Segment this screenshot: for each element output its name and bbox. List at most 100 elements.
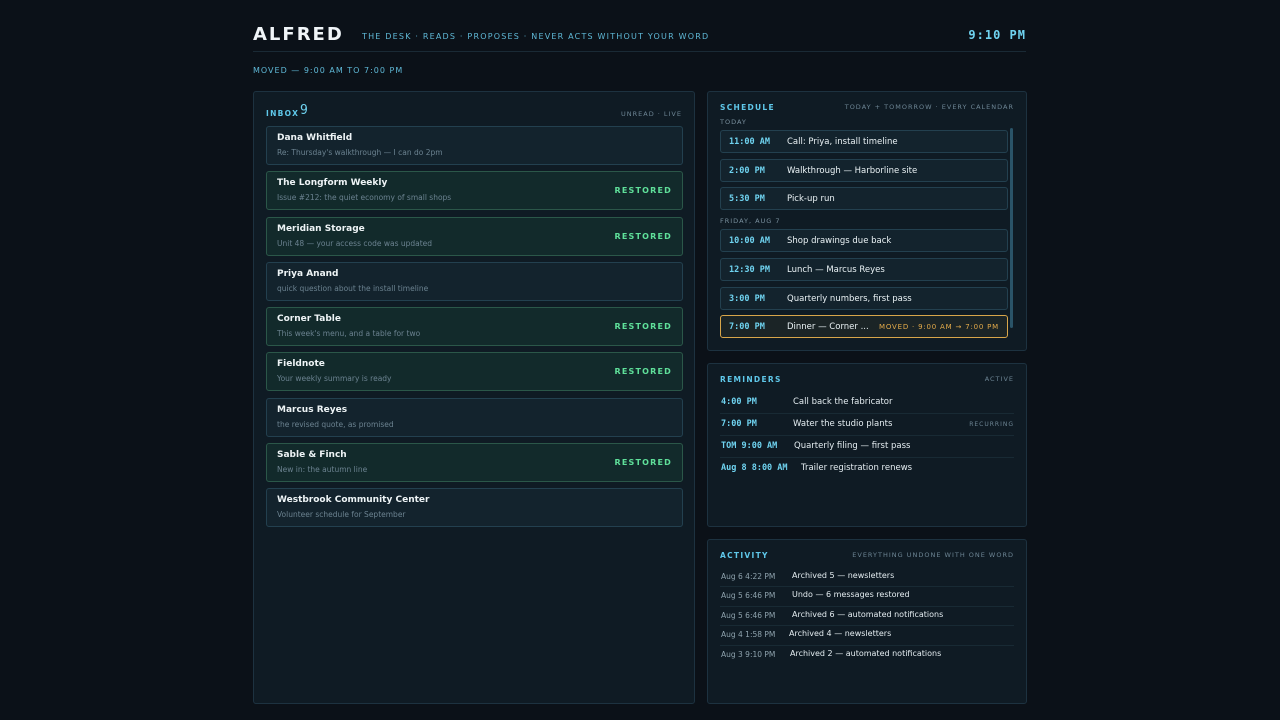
activity-row[interactable]: Aug 5 6:46 PM Archived 6 — automated noti… (720, 607, 1014, 627)
activity-text: Archived 2 — automated notifications (790, 648, 942, 658)
schedule-day-label: FRIDAY, AUG 7 (720, 217, 781, 226)
reminder-time: 4:00 PM (721, 397, 757, 407)
event-title: Shop drawings due back (787, 236, 892, 247)
inbox-message[interactable]: The Longform Weekly Issue #212: the quiet… (266, 171, 683, 211)
reminder-row[interactable]: 4:00 PM Call back the fabricator (720, 392, 1014, 414)
reminder-time: Aug 8 8:00 AM (721, 463, 788, 473)
reminder-row[interactable]: TOM 9:00 AM Quarterly filing — first pass (720, 436, 1014, 458)
activity-time: Aug 5 6:46 PM (721, 591, 776, 601)
moved-note: MOVED · 9:00 AM → 7:00 PM (879, 323, 999, 332)
message-sender: Corner Table (277, 314, 341, 325)
schedule-panel: SCHEDULE TODAY + TOMORROW · EVERY CALEND… (707, 91, 1027, 351)
message-sender: Priya Anand (277, 268, 339, 279)
reminder-text: Call back the fabricator (793, 397, 893, 407)
restored-badge: RESTORED (614, 458, 672, 468)
restored-badge: RESTORED (614, 186, 672, 196)
schedule-meta: TODAY + TOMORROW · EVERY CALENDAR (844, 103, 1014, 111)
recurring-tag: RECURRING (969, 421, 1014, 428)
event-title: Quarterly numbers, first pass (787, 293, 912, 304)
message-subject: Volunteer schedule for September (277, 510, 406, 520)
message-sender: Sable & Finch (277, 450, 347, 461)
event-time: 10:00 AM (729, 236, 770, 247)
reminders-panel: REMINDERS ACTIVE 4:00 PM Call back the fa… (707, 363, 1027, 527)
inbox-message[interactable]: Priya Anand quick question about the inst… (266, 261, 683, 301)
reminder-text: Quarterly filing — first pass (794, 441, 911, 451)
activity-text: Archived 6 — automated notifications (792, 609, 944, 619)
inbox-count: 9 (300, 103, 308, 118)
event-time: 5:30 PM (729, 194, 765, 205)
activity-meta: EVERYTHING UNDONE WITH ONE WORD (852, 551, 1014, 559)
reminder-text: Water the studio plants (793, 419, 893, 429)
event-title: Call: Priya, install timeline (787, 137, 898, 147)
event-time: 7:00 PM (729, 322, 765, 333)
activity-time: Aug 3 9:10 PM (721, 649, 776, 659)
inbox-message[interactable]: Fieldnote Your weekly summary is ready RES… (266, 352, 683, 392)
message-subject: Re: Thursday's walkthrough — I can do 2p… (277, 148, 443, 157)
inbox-message[interactable]: Meridian Storage Unit 48 — your access co… (266, 216, 683, 256)
activity-row[interactable]: Aug 5 6:46 PM Undo — 6 messages restored (720, 587, 1014, 607)
schedule-scrollbar[interactable] (1010, 128, 1013, 328)
schedule-event[interactable]: 3:00 PM Quarterly numbers, first pass (720, 286, 1008, 310)
activity-time: Aug 6 4:22 PM (721, 572, 776, 581)
inbox-message[interactable]: Sable & Finch New in: the autumn line REST… (266, 443, 683, 483)
message-subject: quick question about the install timelin… (277, 283, 429, 293)
schedule-event[interactable]: 2:00 PM Walkthrough — Harborline site (720, 158, 1008, 182)
message-subject: Unit 48 — your access code was updated (277, 238, 433, 248)
message-sender: Fieldnote (277, 359, 325, 370)
activity-panel: ACTIVITY EVERYTHING UNDONE WITH ONE WORD… (707, 539, 1027, 704)
message-sender: Dana Whitfield (277, 133, 353, 143)
status-line: MOVED — 9:00 AM TO 7:00 PM (253, 66, 404, 75)
inbox-title: INBOX (266, 109, 300, 118)
activity-row[interactable]: Aug 4 1:58 PM Archived 4 — newsletters (720, 626, 1014, 646)
message-sender: Marcus Reyes (277, 404, 348, 415)
schedule-event[interactable]: 11:00 AM Call: Priya, install timeline (720, 130, 1008, 153)
reminders-title: REMINDERS (720, 375, 782, 384)
message-subject: Your weekly summary is ready (277, 374, 392, 384)
message-subject: the revised quote, as promised (277, 419, 394, 429)
event-time: 12:30 PM (729, 264, 770, 275)
message-sender: Westbrook Community Center (277, 495, 430, 506)
schedule-title: SCHEDULE (720, 103, 775, 112)
activity-title: ACTIVITY (720, 551, 769, 560)
message-sender: The Longform Weekly (277, 178, 388, 189)
schedule-event[interactable]: 5:30 PM Pick-up run (720, 187, 1008, 211)
event-title: Lunch — Marcus Reyes (787, 264, 885, 275)
event-title: Dinner — Corner ... (787, 322, 869, 333)
schedule-day-label: TODAY (720, 118, 747, 126)
message-subject: Issue #212: the quiet economy of small s… (277, 193, 452, 203)
restored-badge: RESTORED (614, 322, 672, 332)
inbox-message[interactable]: Westbrook Community Center Volunteer sche… (266, 488, 683, 528)
activity-time: Aug 4 1:58 PM (721, 630, 776, 640)
reminder-row[interactable]: 7:00 PM Water the studio plants RECURRING (720, 414, 1014, 436)
schedule-event[interactable]: 12:30 PM Lunch — Marcus Reyes (720, 257, 1008, 281)
message-subject: This week's menu, and a table for two (277, 329, 421, 339)
inbox-list: Dana Whitfield Re: Thursday's walkthrough… (266, 126, 683, 534)
inbox-message[interactable]: Marcus Reyes the revised quote, as promis… (266, 397, 683, 437)
message-subject: New in: the autumn line (277, 465, 368, 475)
event-time: 11:00 AM (729, 137, 770, 147)
schedule-event[interactable]: 7:00 PM Dinner — Corner ... MOVED · 9:00 A… (720, 315, 1008, 339)
reminder-text: Trailer registration renews (801, 463, 913, 473)
inbox-meta: UNREAD · LIVE (621, 110, 682, 118)
inbox-panel: INBOX 9 UNREAD · LIVE Dana Whitfield Re: … (253, 91, 695, 704)
schedule-event[interactable]: 10:00 AM Shop drawings due back (720, 229, 1008, 253)
event-title: Walkthrough — Harborline site (787, 165, 918, 176)
event-title: Pick-up run (787, 194, 835, 205)
activity-time: Aug 5 6:46 PM (721, 610, 776, 620)
reminder-time: 7:00 PM (721, 419, 757, 429)
activity-text: Archived 5 — newsletters (792, 571, 895, 580)
activity-row[interactable]: Aug 3 9:10 PM Archived 2 — automated noti… (720, 646, 1014, 665)
restored-badge: RESTORED (614, 231, 672, 241)
reminder-row[interactable]: Aug 8 8:00 AM Trailer registration renews (720, 458, 1014, 480)
reminder-time: TOM 9:00 AM (721, 441, 778, 451)
activity-text: Archived 4 — newsletters (789, 629, 892, 639)
activity-text: Undo — 6 messages restored (792, 590, 910, 600)
clock: 9:10 PM (968, 28, 1026, 42)
inbox-message[interactable]: Corner Table This week's menu, and a tabl… (266, 307, 683, 347)
inbox-message[interactable]: Dana Whitfield Re: Thursday's walkthrough… (266, 126, 683, 165)
message-sender: Meridian Storage (277, 223, 365, 234)
app-header: ALFRED THE DESK · READS · PROPOSES · NEV… (253, 22, 1026, 52)
app-brand: ALFRED (253, 24, 344, 45)
event-time: 3:00 PM (729, 293, 765, 304)
activity-row[interactable]: Aug 6 4:22 PM Archived 5 — newsletters (720, 568, 1014, 588)
